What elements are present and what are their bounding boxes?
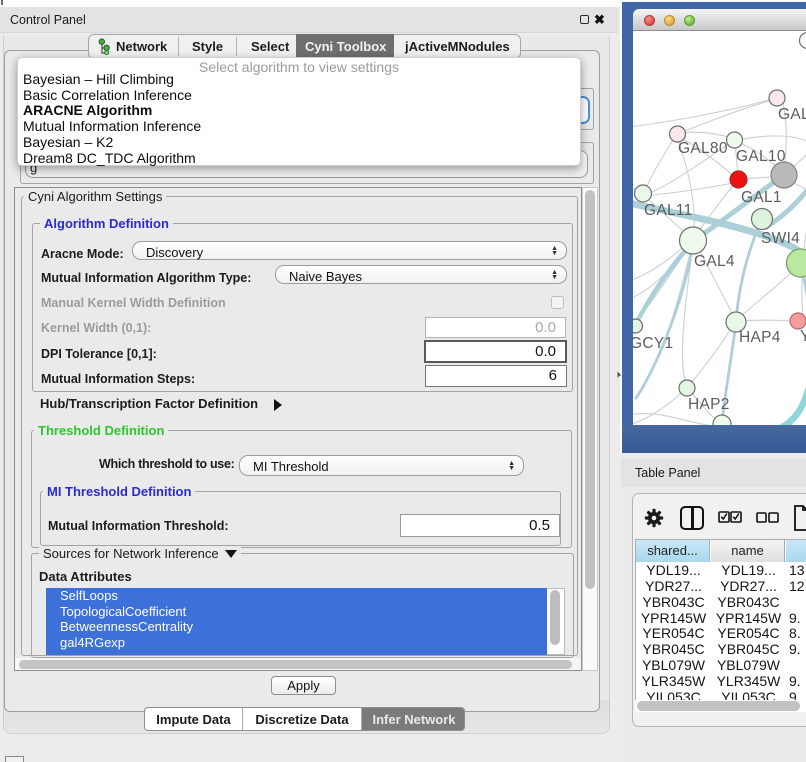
svg-text:GAL7: GAL7 <box>778 106 806 123</box>
svg-text:GAL80: GAL80 <box>678 140 728 157</box>
svg-text:GCY1: GCY1 <box>633 335 673 352</box>
svg-text:GAL10: GAL10 <box>736 148 786 165</box>
svg-text:HAP2: HAP2 <box>688 396 730 413</box>
svg-text:GAL1: GAL1 <box>741 189 782 206</box>
svg-text:GAL4: GAL4 <box>694 253 735 270</box>
svg-text:Y: Y <box>800 328 806 345</box>
svg-text:HAP4: HAP4 <box>739 329 781 346</box>
svg-text:GAL11: GAL11 <box>644 202 693 219</box>
svg-text:SWI4: SWI4 <box>761 230 800 247</box>
